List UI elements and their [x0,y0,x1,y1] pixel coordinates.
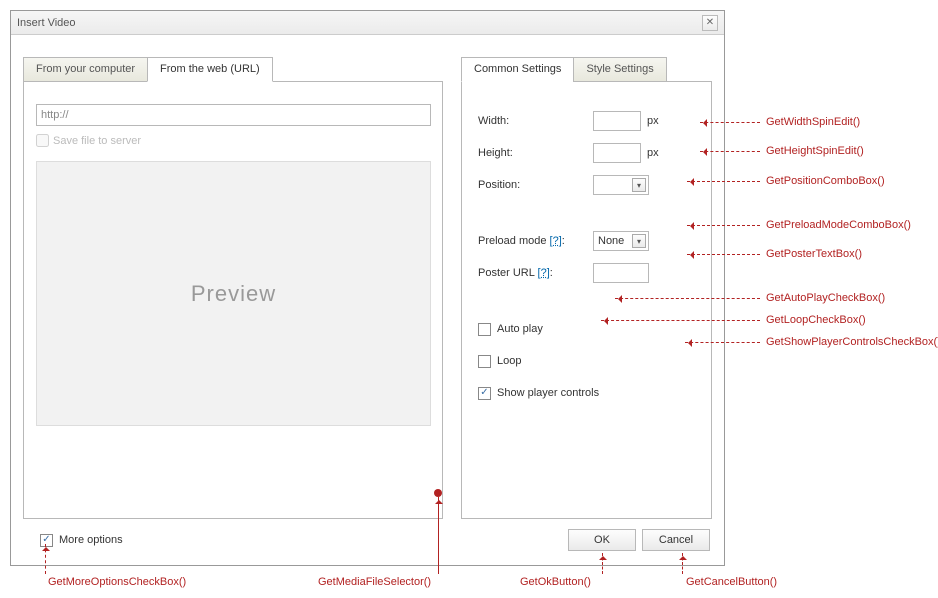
annotation-line [438,497,439,574]
annotation-arrow [685,342,760,343]
help-icon[interactable]: [?] [538,267,550,279]
annotation-position: GetPositionComboBox() [766,175,885,187]
annotation-width: GetWidthSpinEdit() [766,116,860,128]
preview-label: Preview [191,281,276,307]
save-file-row: Save file to server [36,134,430,147]
save-file-checkbox [36,134,49,147]
annotation-arrow [615,298,760,299]
ok-button[interactable]: OK [568,529,636,551]
preload-label: Preload mode [?]: [478,235,593,247]
tab-from-computer[interactable]: From your computer [23,57,148,82]
annotation-arrow [682,553,683,574]
cancel-button[interactable]: Cancel [642,529,710,551]
annotation-loop: GetLoopCheckBox() [766,314,866,326]
preload-combobox[interactable]: None▾ [593,231,649,251]
more-options-row: More options [40,534,123,547]
width-label: Width: [478,115,593,127]
position-combobox[interactable]: ▾ [593,175,649,195]
annotation-moreopts: GetMoreOptionsCheckBox() [48,576,186,588]
annotation-height: GetHeightSpinEdit() [766,145,864,157]
titlebar: Insert Video ✕ [11,11,724,35]
loop-label: Loop [497,355,521,367]
poster-label: Poster URL [?]: [478,267,593,279]
height-label: Height: [478,147,593,159]
width-unit: px [647,115,659,127]
show-controls-checkbox[interactable] [478,387,491,400]
height-spinedit[interactable] [593,143,641,163]
left-panel: Save file to server Preview [23,81,443,519]
annotation-media: GetMediaFileSelector() [318,576,431,588]
annotation-cancel: GetCancelButton() [686,576,777,588]
width-spinedit[interactable] [593,111,641,131]
save-file-label: Save file to server [53,135,141,147]
height-unit: px [647,147,659,159]
annotation-showctrl: GetShowPlayerControlsCheckBox() [766,336,938,348]
annotation-arrow [700,151,760,152]
help-icon[interactable]: [?] [550,235,562,247]
loop-checkbox[interactable] [478,355,491,368]
more-options-label: More options [59,534,123,546]
annotation-poster: GetPosterTextBox() [766,248,862,260]
annotation-arrow [687,181,760,182]
close-icon[interactable]: ✕ [702,15,718,31]
poster-textbox[interactable] [593,263,649,283]
tab-style-settings[interactable]: Style Settings [573,57,666,82]
autoplay-checkbox[interactable] [478,323,491,336]
insert-video-dialog: Insert Video ✕ From your computer From t… [10,10,725,566]
annotation-arrow [602,553,603,574]
tab-from-web[interactable]: From the web (URL) [147,57,273,82]
annotation-arrow [700,122,760,123]
preview-area: Preview [36,161,431,426]
tab-common-settings[interactable]: Common Settings [461,57,574,82]
annotation-arrow [687,254,760,255]
show-controls-label: Show player controls [497,387,599,399]
annotation-arrow [687,225,760,226]
autoplay-label: Auto play [497,323,543,335]
dialog-title: Insert Video [17,17,702,29]
annotation-preload: GetPreloadModeComboBox() [766,219,911,231]
annotation-ok: GetOkButton() [520,576,591,588]
chevron-down-icon: ▾ [632,178,646,192]
url-input[interactable] [36,104,431,126]
annotation-arrow [601,320,760,321]
position-label: Position: [478,179,593,191]
annotation-autoplay: GetAutoPlayCheckBox() [766,292,885,304]
settings-panel: Width: px Height: px Position: ▾ [461,81,712,519]
media-file-selector: From your computer From the web (URL) Sa… [23,57,443,519]
chevron-down-icon: ▾ [632,234,646,248]
annotation-arrow [45,544,46,574]
